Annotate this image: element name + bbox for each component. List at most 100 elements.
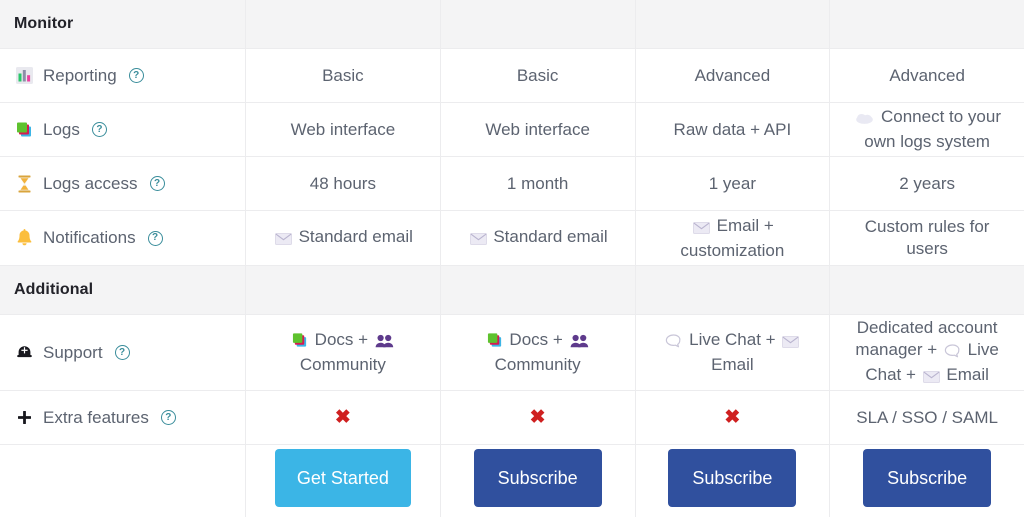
hourglass-icon — [14, 174, 34, 194]
cell-logs-plan4: Connect to your own logs system — [830, 103, 1024, 156]
feature-label-logs: Logs ? — [0, 103, 246, 156]
cell-notifications-plan4: Custom rules for users — [830, 211, 1024, 265]
feature-label-notifications: Notifications ? — [0, 211, 246, 265]
cell-logs-plan4-line1: Connect to your — [880, 107, 1001, 126]
help-icon[interactable]: ? — [114, 345, 130, 360]
cross-icon: ✖ — [334, 407, 351, 428]
cell-notifications-plan3: Email + customization — [636, 211, 831, 265]
section-header-additional: Additional — [0, 266, 1024, 315]
bell-icon — [14, 228, 34, 248]
cell-support-plan3-line2: Email — [711, 355, 754, 374]
cta-cell-plan1: Get Started — [246, 445, 441, 517]
cell-reporting-plan3: Advanced — [636, 49, 831, 102]
table-row-logs: Logs ? Web interface Web interface Raw d… — [0, 103, 1024, 157]
help-icon[interactable]: ? — [147, 230, 163, 246]
section-title-additional: Additional — [0, 266, 246, 314]
envelope-icon — [922, 367, 940, 389]
cell-logs-plan3: Raw data + API — [636, 103, 831, 156]
cell-support-plan1-line2: Community — [299, 355, 386, 374]
cell-notifications-plan4-line1: Custom rules for — [864, 217, 990, 236]
cell-logs-access-plan2: 1 month — [441, 157, 636, 210]
feature-label-logs-access: Logs access ? — [0, 157, 246, 210]
section-spacer-cell — [246, 266, 441, 314]
cell-logs-access-plan3: 1 year — [636, 157, 831, 210]
cell-support-plan1: Docs + Community — [246, 315, 441, 390]
subscribe-button-plan3[interactable]: Subscribe — [668, 449, 797, 507]
cell-extra-features-plan4: SLA / SSO / SAML — [856, 407, 998, 427]
cell-support-plan2: Docs + Community — [441, 315, 636, 390]
help-icon[interactable]: ? — [149, 176, 165, 191]
envelope-icon — [692, 218, 710, 240]
section-spacer-cell — [441, 0, 636, 48]
cross-icon: ✖ — [724, 407, 741, 428]
feature-label-reporting: Reporting ? — [0, 49, 246, 102]
cell-reporting-plan1: Basic — [246, 49, 441, 102]
section-spacer-cell — [636, 266, 831, 314]
envelope-icon — [469, 229, 487, 251]
cell-support-plan4-line3: Chat + — [865, 364, 916, 384]
bar-chart-icon — [14, 66, 34, 86]
section-spacer-cell — [830, 266, 1024, 314]
feature-name: Notifications — [43, 228, 136, 247]
feature-name: Logs access — [43, 173, 138, 193]
cell-notifications-plan3-line1: Email + — [716, 215, 774, 235]
feature-name: Reporting — [43, 65, 117, 85]
subscribe-button-plan2[interactable]: Subscribe — [473, 449, 602, 507]
section-title-monitor: Monitor — [0, 0, 246, 48]
cell-reporting-plan2: Basic — [441, 49, 636, 102]
cta-cell-plan4: Subscribe — [830, 445, 1024, 517]
section-spacer-cell — [246, 0, 441, 48]
feature-name: Logs — [43, 119, 80, 139]
books-icon — [487, 332, 503, 354]
helmet-icon — [14, 343, 34, 363]
table-row-reporting: Reporting ? Basic Basic Advanced Advance… — [0, 49, 1024, 103]
get-started-button[interactable]: Get Started — [274, 449, 411, 507]
feature-label-support: Support ? — [0, 315, 246, 390]
cell-support-plan4-line3b: Email — [946, 364, 989, 384]
feature-label-extra-features: Extra features ? — [0, 391, 246, 444]
table-row-cta: Get Started Subscribe Subscribe Subscrib… — [0, 445, 1024, 517]
help-icon[interactable]: ? — [91, 122, 107, 137]
cell-notifications-plan4-line2: users — [906, 239, 948, 258]
feature-name: Support — [43, 342, 103, 362]
cell-notifications-plan1: Standard email — [246, 211, 441, 265]
books-icon — [292, 332, 308, 354]
books-icon — [14, 120, 34, 140]
pricing-comparison-table: Monitor Reporting ? Basic Basic Advanced… — [0, 0, 1024, 523]
cell-support-plan3-line1: Live Chat + — [689, 330, 776, 349]
plus-icon — [14, 408, 34, 428]
cell-notifications-plan2-text: Standard email — [493, 226, 608, 246]
cta-cell-plan3: Subscribe — [636, 445, 831, 517]
cell-support-plan4-line1: Dedicated account — [856, 317, 998, 337]
cell-extra-features-plan1: ✖ — [246, 391, 441, 444]
section-header-monitor: Monitor — [0, 0, 1024, 49]
cell-support-plan4: Dedicated account manager + Live Chat + — [830, 315, 1024, 390]
cell-logs-plan2: Web interface — [441, 103, 636, 156]
cell-extra-features-plan2: ✖ — [441, 391, 636, 444]
speech-bubble-icon — [665, 332, 682, 354]
envelope-icon — [782, 332, 800, 354]
table-row-extra-features: Extra features ? ✖ ✖ ✖ SLA / SSO / SAML — [0, 391, 1024, 445]
envelope-icon — [274, 229, 292, 251]
speech-bubble-icon — [944, 342, 961, 364]
table-row-logs-access: Logs access ? 48 hours 1 month 1 year 2 … — [0, 157, 1024, 211]
help-icon[interactable]: ? — [160, 410, 176, 425]
cell-extra-features-plan3: ✖ — [636, 391, 831, 444]
cta-cell-plan2: Subscribe — [441, 445, 636, 517]
cell-logs-plan4-line2: own logs system — [864, 132, 990, 151]
subscribe-button-plan4[interactable]: Subscribe — [863, 449, 992, 507]
section-spacer-cell — [830, 0, 1024, 48]
people-icon — [570, 332, 589, 354]
help-icon[interactable]: ? — [128, 68, 144, 83]
cell-logs-access-plan4: 2 years — [899, 173, 955, 193]
cell-support-plan3: Live Chat + Email — [636, 315, 831, 390]
cloud-icon — [855, 109, 874, 131]
feature-name: Extra features — [43, 407, 149, 427]
cell-logs-plan1: Web interface — [246, 103, 441, 156]
section-spacer-cell — [441, 266, 636, 314]
cell-support-plan4-line2: manager + — [855, 339, 938, 359]
cell-support-plan2-line2: Community — [494, 355, 581, 374]
cell-notifications-plan2: Standard email — [441, 211, 636, 265]
table-row-notifications: Notifications ? Standard email Standard … — [0, 211, 1024, 266]
section-spacer-cell — [636, 0, 831, 48]
